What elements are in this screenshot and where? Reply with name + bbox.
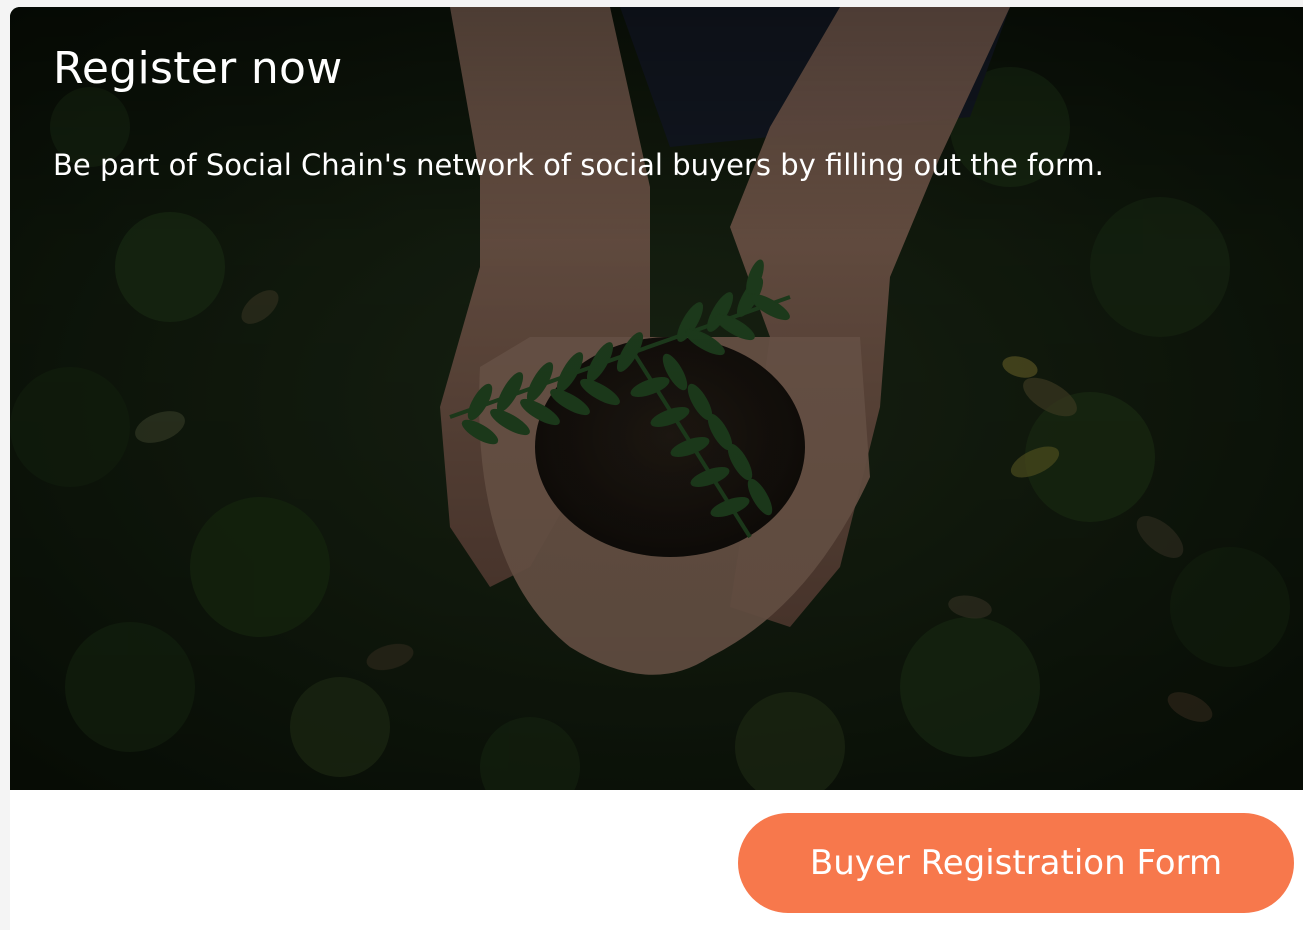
card-footer: Buyer Registration Form bbox=[10, 790, 1303, 930]
buyer-registration-form-button[interactable]: Buyer Registration Form bbox=[738, 813, 1294, 913]
register-description: Be part of Social Chain's network of soc… bbox=[53, 148, 1104, 182]
register-title: Register now bbox=[53, 43, 343, 94]
register-card: Register now Be part of Social Chain's n… bbox=[10, 7, 1303, 930]
hero-image-section: Register now Be part of Social Chain's n… bbox=[10, 7, 1303, 790]
hero-overlay bbox=[10, 7, 1303, 790]
